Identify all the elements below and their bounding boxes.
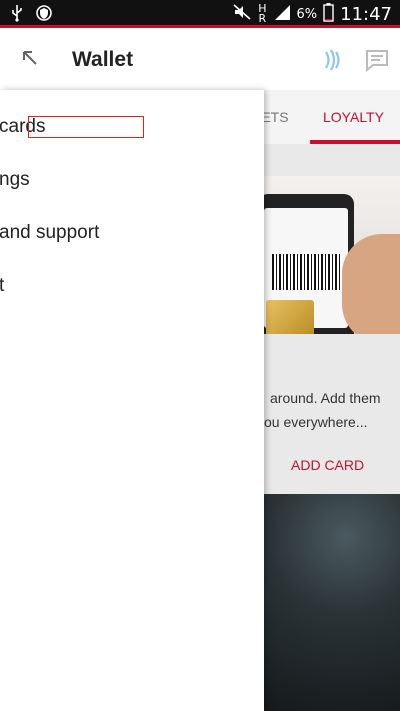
message-icon[interactable]: [364, 48, 390, 77]
drawer-item-settings[interactable]: ngs: [0, 169, 30, 191]
clock: 11:47: [340, 3, 392, 25]
selection-highlight: [28, 116, 144, 138]
mute-icon: [232, 3, 252, 25]
page-title: Wallet: [72, 48, 134, 71]
tab-loyalty[interactable]: LOYALTY: [323, 109, 384, 125]
tab-bar: KETS LOYALTY: [264, 90, 400, 144]
add-card-button[interactable]: ADD CARD: [291, 457, 364, 473]
drawer-item-about[interactable]: t: [0, 275, 4, 297]
loyalty-description: around. Add them ou everywhere...: [264, 390, 381, 430]
status-icons-right: HR 6% 11:47: [232, 2, 392, 26]
nfc-icon[interactable]: [320, 48, 346, 77]
drawer-item-help-and-support[interactable]: and support: [0, 222, 99, 244]
loyalty-banner-image: [264, 176, 400, 334]
back-arrow-icon[interactable]: [18, 46, 44, 72]
usb-icon: [10, 4, 24, 27]
battery-icon: [323, 2, 334, 26]
hand-image: [342, 234, 400, 334]
tab-tickets[interactable]: KETS: [264, 109, 289, 125]
shield-icon: [36, 4, 52, 27]
status-bar: HR 6% 11:47: [0, 0, 400, 28]
status-icons-left: [10, 4, 52, 27]
gold-card-image: [266, 300, 314, 334]
app-bar: Wallet: [0, 28, 400, 91]
promo-image: [264, 494, 400, 711]
tab-selected-indicator: [310, 140, 400, 144]
barcode-image: [272, 254, 342, 290]
signal-icon: [273, 3, 291, 25]
network-type: HR: [258, 2, 267, 25]
phone-image: [264, 194, 354, 334]
battery-percent: 6%: [296, 6, 318, 22]
main-content: KETS LOYALTY around. Add them ou everywh…: [264, 90, 400, 711]
navigation-drawer: cards ngs and support t: [0, 90, 264, 711]
